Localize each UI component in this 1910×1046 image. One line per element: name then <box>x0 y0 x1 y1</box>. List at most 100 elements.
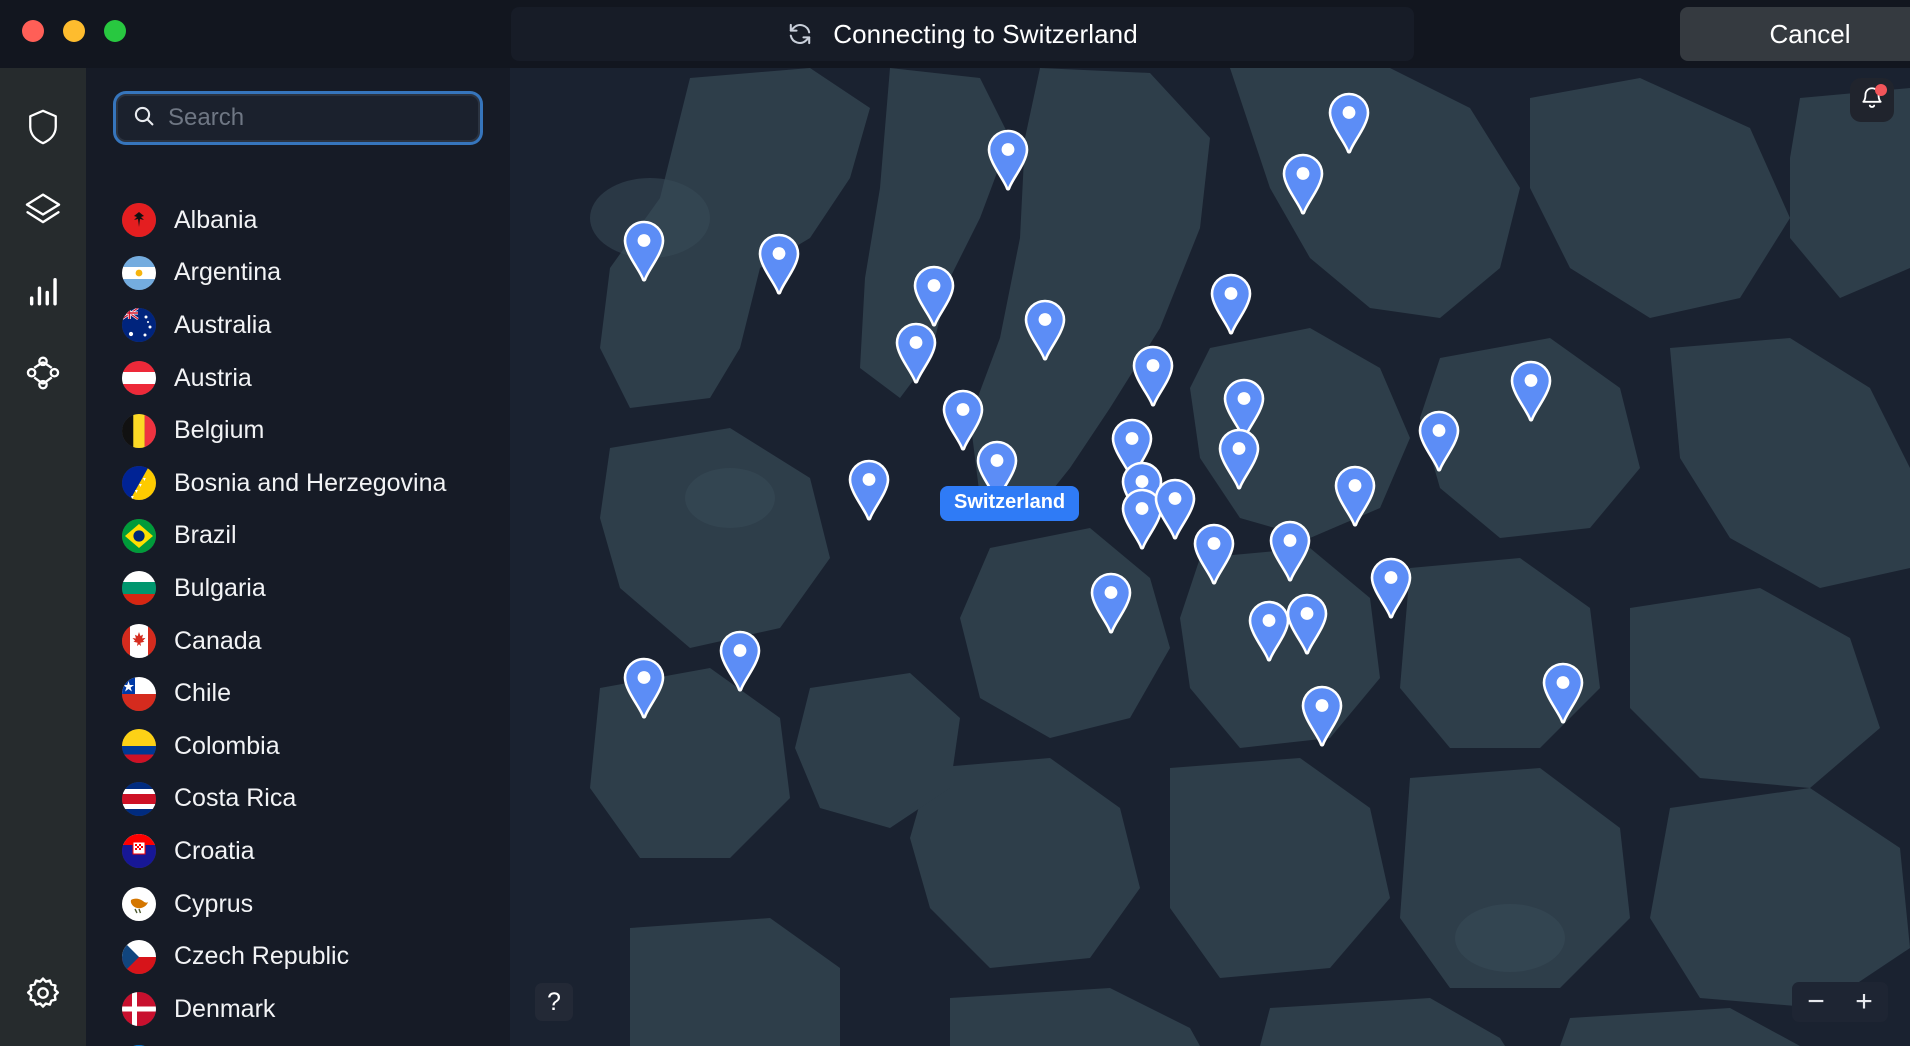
map-pin[interactable] <box>1506 359 1556 423</box>
flag-icon-co <box>122 729 156 764</box>
country-name: Bosnia and Herzegovina <box>174 468 447 497</box>
search-box[interactable] <box>116 94 480 142</box>
map-pin[interactable] <box>891 321 941 385</box>
list-item[interactable]: Czech Republic <box>86 930 510 983</box>
list-item[interactable]: Argentina <box>86 247 510 300</box>
country-name: Costa Rica <box>174 784 297 813</box>
flag-icon-al <box>122 203 156 238</box>
map-pin[interactable] <box>844 458 894 522</box>
list-item[interactable]: Estonia <box>86 1036 510 1046</box>
mesh-network-icon <box>24 355 62 391</box>
zoom-out-button[interactable]: − <box>1792 982 1840 1022</box>
flag-icon-hr <box>122 834 156 869</box>
list-item[interactable]: Belgium <box>86 404 510 457</box>
flag-icon-br <box>122 518 156 553</box>
map-pin[interactable] <box>1324 91 1374 155</box>
list-item[interactable]: Bosnia and Herzegovina <box>86 457 510 510</box>
minimize-button[interactable] <box>63 20 85 42</box>
map-pin[interactable] <box>619 656 669 720</box>
flag-icon-dk <box>122 992 156 1027</box>
connection-status-text: Connecting to Switzerland <box>833 18 1138 49</box>
zoom-in-button[interactable]: + <box>1840 982 1888 1022</box>
flag-icon-at <box>122 361 156 396</box>
list-item-partial[interactable] <box>86 164 510 194</box>
sidebar-item-settings[interactable] <box>0 952 86 1034</box>
map-pin[interactable] <box>1282 592 1332 656</box>
list-item[interactable]: Croatia <box>86 825 510 878</box>
flag-icon-cr <box>122 781 156 816</box>
country-name: Belgium <box>174 416 265 445</box>
list-item[interactable]: Austria <box>86 352 510 405</box>
connection-status-bar: Connecting to Switzerland <box>511 7 1414 61</box>
list-item[interactable]: Denmark <box>86 983 510 1036</box>
map-pin[interactable] <box>1538 661 1588 725</box>
sidebar-item-vpn[interactable] <box>0 86 86 168</box>
bell-icon <box>1859 83 1887 116</box>
map-pin[interactable] <box>1414 409 1464 473</box>
list-item[interactable]: Bulgaria <box>86 562 510 615</box>
map-pin[interactable] <box>909 264 959 328</box>
map-pin[interactable] <box>1020 298 1070 362</box>
cancel-button[interactable]: Cancel <box>1680 7 1910 61</box>
app-window: Connecting to Switzerland Cancel Search … <box>0 0 1910 1046</box>
sidebar-item-mesh-network[interactable] <box>0 332 86 414</box>
country-name: Colombia <box>174 731 280 760</box>
flag-icon-be <box>122 413 156 448</box>
country-name: Argentina <box>174 258 282 287</box>
map-zoom-controls: − + <box>1792 982 1888 1022</box>
map-pin[interactable] <box>1330 464 1380 528</box>
selected-location-label: Switzerland <box>940 486 1080 521</box>
list-item[interactable]: Canada <box>86 615 510 668</box>
map-pin[interactable] <box>619 219 669 283</box>
map-pin[interactable] <box>1206 272 1256 336</box>
title-bar: Connecting to Switzerland Cancel <box>0 0 1910 68</box>
traffic-lights <box>22 20 126 42</box>
list-item[interactable]: Brazil <box>86 510 510 563</box>
country-name: Czech Republic <box>174 942 350 971</box>
map-pin[interactable] <box>983 128 1033 192</box>
country-name: Brazil <box>174 521 237 550</box>
flag-icon-ba <box>122 466 156 501</box>
map-view[interactable]: Switzerland ? − + <box>510 68 1910 1046</box>
country-name: Albania <box>174 205 258 234</box>
country-name: Australia <box>174 310 272 339</box>
close-button[interactable] <box>22 20 44 42</box>
country-name: Austria <box>174 363 252 392</box>
country-name: Chile <box>174 679 231 708</box>
flag-icon-cl <box>122 676 156 711</box>
notification-badge <box>1875 83 1887 96</box>
map-pin[interactable] <box>1366 556 1416 620</box>
sidebar-item-statistics[interactable] <box>0 250 86 332</box>
list-item[interactable]: Cyprus <box>86 878 510 931</box>
map-pin[interactable] <box>1297 684 1347 748</box>
search-icon <box>132 104 156 133</box>
flag-icon-ca <box>122 624 156 659</box>
map-pin[interactable] <box>1265 519 1315 583</box>
notifications-button[interactable] <box>1850 78 1894 122</box>
map-pin[interactable] <box>1128 344 1178 408</box>
layers-icon <box>24 191 62 227</box>
nav-rail <box>0 68 86 1046</box>
list-item[interactable]: Colombia <box>86 720 510 773</box>
list-item[interactable]: Costa Rica <box>86 773 510 826</box>
flag-icon-ar <box>122 255 156 290</box>
list-item[interactable]: Chile <box>86 667 510 720</box>
country-name: Cyprus <box>174 889 254 918</box>
country-panel: Albania Argentina Australia Austria Belgium B… <box>86 68 510 1046</box>
map-pin[interactable] <box>1214 427 1264 491</box>
flag-icon-bg <box>122 571 156 606</box>
gear-icon <box>26 976 60 1010</box>
country-list[interactable]: Albania Argentina Australia Austria Belgium B… <box>86 164 510 1046</box>
map-pin[interactable] <box>1086 571 1136 635</box>
search-input[interactable] <box>168 104 478 132</box>
list-item[interactable]: Albania <box>86 194 510 247</box>
bar-chart-icon <box>27 274 59 308</box>
sidebar-item-layers[interactable] <box>0 168 86 250</box>
map-pin[interactable] <box>715 629 765 693</box>
maximize-button[interactable] <box>104 20 126 42</box>
help-button[interactable]: ? <box>535 983 573 1021</box>
list-item[interactable]: Australia <box>86 299 510 352</box>
map-pin[interactable] <box>1189 522 1239 586</box>
map-pin[interactable] <box>754 232 804 296</box>
map-pin[interactable] <box>1278 152 1328 216</box>
